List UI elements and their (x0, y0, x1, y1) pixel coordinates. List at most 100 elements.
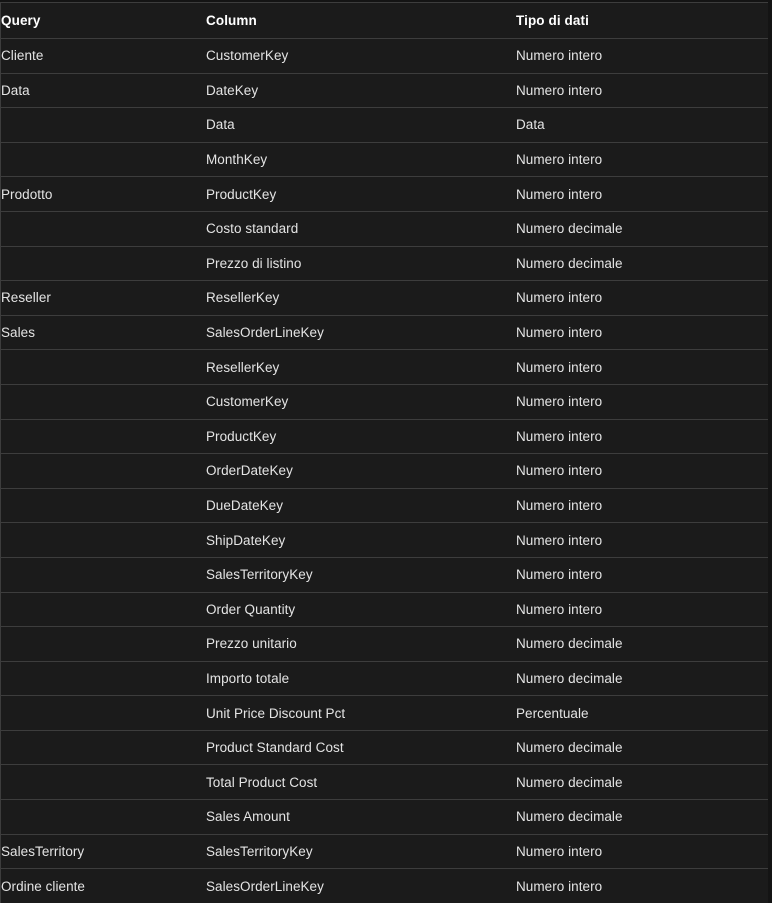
cell-column: OrderDateKey (206, 453, 516, 489)
data-model-table-container: Query Column Tipo di dati Cliente Custome… (0, 2, 768, 903)
table-row: Prezzo di listino Numero decimale (1, 246, 768, 282)
cell-column-label: Prezzo di listino (206, 255, 302, 271)
cell-query: Prodotto (1, 176, 206, 212)
cell-query-label: Sales (1, 325, 36, 341)
cell-query-label: Prodotto (1, 186, 53, 202)
cell-type-label: Numero decimale (516, 636, 623, 652)
cell-column-label: CustomerKey (206, 394, 289, 410)
cell-column-label: Data (206, 117, 235, 133)
cell-column: ProductKey (206, 419, 516, 455)
cell-column-label: ProductKey (206, 186, 277, 202)
cell-column-label: ShipDateKey (206, 532, 286, 548)
cell-type: Numero intero (516, 315, 768, 351)
data-model-table: Query Column Tipo di dati Cliente Custome… (1, 3, 768, 903)
table-body: Cliente CustomerKey Numero intero Data DateK… (1, 38, 768, 903)
cell-column: SalesTerritoryKey (206, 557, 516, 593)
cell-column-label: Prezzo unitario (206, 636, 297, 652)
cell-type-label: Numero intero (516, 394, 603, 410)
cell-column-label: Costo standard (206, 221, 299, 237)
cell-column: Unit Price Discount Pct (206, 695, 516, 731)
table-row: Order Quantity Numero intero (1, 592, 768, 628)
cell-query (1, 522, 206, 558)
column-header-query-label: Query (1, 13, 41, 28)
cell-column: ResellerKey (206, 349, 516, 385)
cell-column: CustomerKey (206, 384, 516, 420)
cell-type-label: Numero intero (516, 498, 603, 514)
cell-column-label: SalesOrderLineKey (206, 878, 324, 894)
cell-column: Costo standard (206, 211, 516, 247)
cell-query (1, 453, 206, 489)
cell-column: DateKey (206, 73, 516, 109)
cell-query (1, 488, 206, 524)
table-row: Sales Amount Numero decimale (1, 799, 768, 835)
cell-query (1, 592, 206, 628)
cell-type-label: Numero intero (516, 186, 603, 202)
cell-query (1, 661, 206, 697)
cell-query-label: Cliente (1, 48, 44, 64)
table-row: Product Standard Cost Numero decimale (1, 730, 768, 766)
cell-type: Numero intero (516, 280, 768, 316)
cell-type: Numero decimale (516, 799, 768, 835)
cell-column: SalesTerritoryKey (206, 834, 516, 870)
cell-type-label: Percentuale (516, 705, 589, 721)
cell-column: ProductKey (206, 176, 516, 212)
cell-column-label: ResellerKey (206, 359, 280, 375)
cell-type: Data (516, 107, 768, 143)
cell-query (1, 557, 206, 593)
cell-type-label: Numero intero (516, 532, 603, 548)
table-row: SalesTerritory SalesTerritoryKey Numero in… (1, 834, 768, 870)
table-header-row: Query Column Tipo di dati (1, 3, 768, 39)
cell-type-label: Numero decimale (516, 774, 623, 790)
cell-column: Data (206, 107, 516, 143)
cell-query-label: Data (1, 82, 30, 98)
cell-column-label: Total Product Cost (206, 774, 318, 790)
cell-query: Cliente (1, 38, 206, 74)
cell-column: SalesOrderLineKey (206, 315, 516, 351)
cell-column-label: Importo totale (206, 670, 290, 686)
table-row: SalesTerritoryKey Numero intero (1, 557, 768, 593)
cell-column-label: Sales Amount (206, 809, 290, 825)
cell-column-label: CustomerKey (206, 48, 289, 64)
table-row: ShipDateKey Numero intero (1, 522, 768, 558)
cell-query (1, 695, 206, 731)
table-row: Reseller ResellerKey Numero intero (1, 280, 768, 316)
cell-column-label: MonthKey (206, 152, 268, 168)
cell-column-label: ResellerKey (206, 290, 280, 306)
cell-type-label: Numero decimale (516, 809, 623, 825)
table-row: Prezzo unitario Numero decimale (1, 626, 768, 662)
cell-column-label: ProductKey (206, 428, 277, 444)
cell-query (1, 384, 206, 420)
cell-query (1, 142, 206, 178)
cell-type: Numero decimale (516, 764, 768, 801)
cell-query (1, 246, 206, 282)
cell-column-label: OrderDateKey (206, 463, 293, 479)
cell-type: Numero intero (516, 488, 768, 524)
cell-query (1, 799, 206, 835)
cell-type: Numero intero (516, 38, 768, 74)
cell-type: Numero decimale (516, 246, 768, 282)
cell-type-label: Data (516, 117, 545, 133)
cell-type: Numero decimale (516, 626, 768, 662)
table-row: Prodotto ProductKey Numero intero (1, 176, 768, 212)
cell-column: Prezzo di listino (206, 246, 516, 282)
cell-type-label: Numero intero (516, 152, 603, 168)
table-row: Cliente CustomerKey Numero intero (1, 38, 768, 74)
table-row: Importo totale Numero decimale (1, 661, 768, 697)
cell-type-label: Numero intero (516, 463, 603, 479)
cell-type: Numero intero (516, 592, 768, 628)
cell-query: Reseller (1, 280, 206, 316)
cell-column-label: Product Standard Cost (206, 740, 344, 756)
cell-column: ShipDateKey (206, 522, 516, 558)
cell-type-label: Numero decimale (516, 670, 623, 686)
cell-type: Numero decimale (516, 730, 768, 766)
cell-type: Percentuale (516, 695, 768, 731)
table-row: ProductKey Numero intero (1, 419, 768, 455)
cell-type-label: Numero intero (516, 290, 603, 306)
cell-query (1, 211, 206, 247)
cell-column-label: Unit Price Discount Pct (206, 705, 346, 721)
cell-column: Total Product Cost (206, 764, 516, 801)
cell-type-label: Numero decimale (516, 255, 623, 271)
cell-type-label: Numero intero (516, 601, 603, 617)
cell-type-label: Numero intero (516, 567, 603, 583)
cell-column: MonthKey (206, 142, 516, 178)
